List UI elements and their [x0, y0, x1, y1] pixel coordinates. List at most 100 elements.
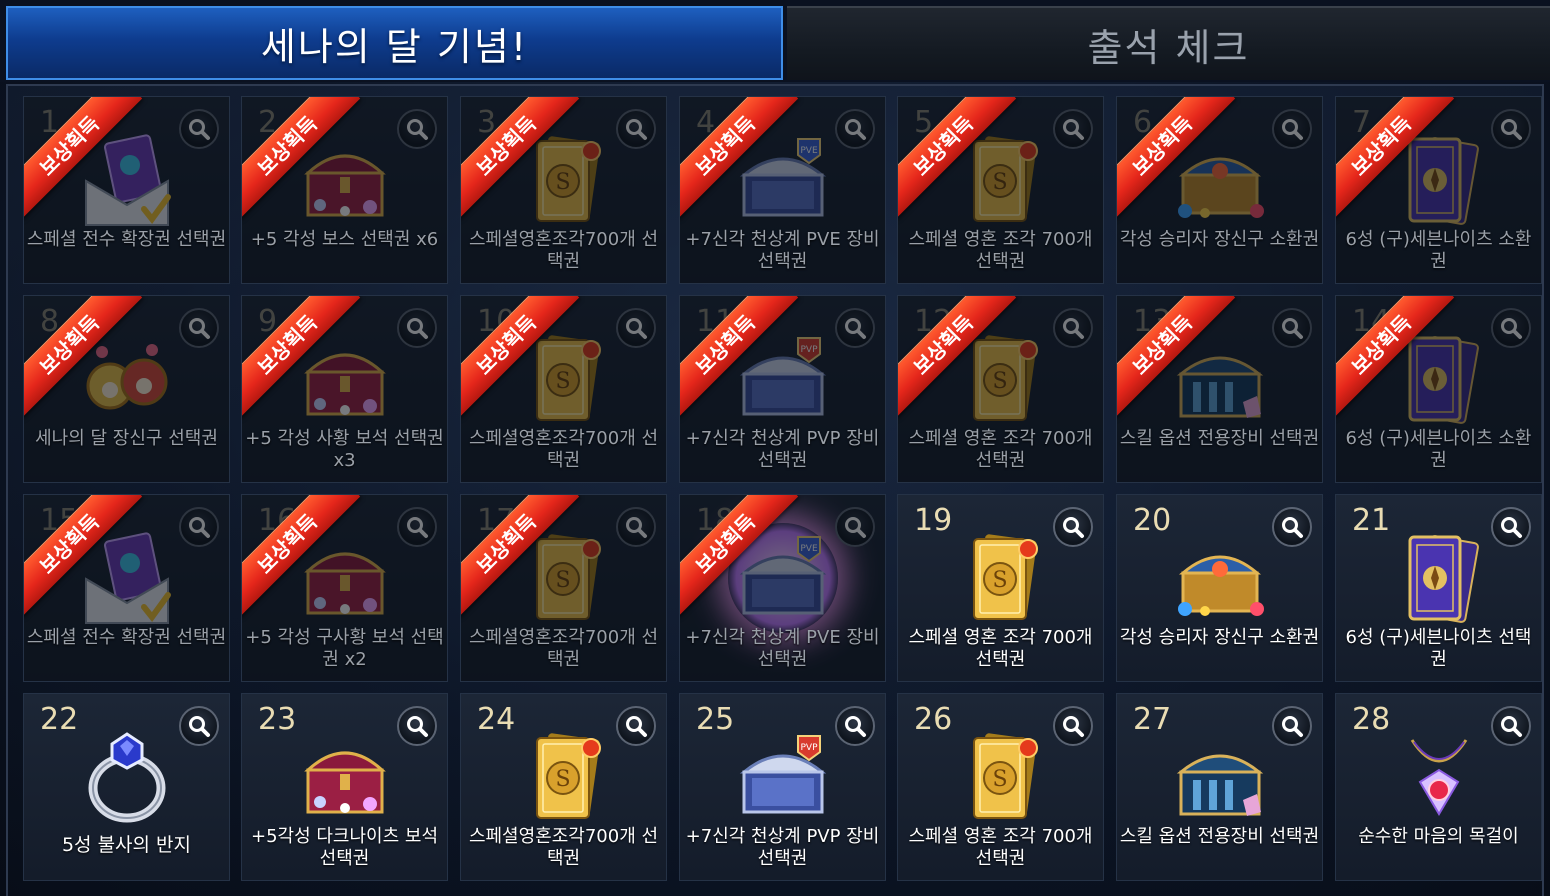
reward-cell-day-20[interactable]: 20 각성 승리자 장신구 소환권	[1116, 494, 1323, 682]
ring-icon	[72, 722, 182, 832]
reward-cell-day-5[interactable]: S5스페셜 영혼 조각 700개 선택권보상획득	[897, 96, 1104, 284]
reward-label: 스페셜 전수 확장권 선택권	[26, 627, 227, 648]
reward-label: 스킬 옵션 전용장비 선택권	[1119, 826, 1320, 847]
reward-label: 스페셜영혼조각700개 선택권	[468, 826, 659, 869]
reward-cell-day-7[interactable]: 76성 (구)세븐나이츠 소환권보상획득	[1335, 96, 1542, 284]
claimed-overlay	[24, 495, 229, 681]
reward-label: 5성 불사의 반지	[61, 834, 192, 856]
reward-cell-day-19[interactable]: S 19 스페셜 영혼 조각 700개 선택권	[897, 494, 1104, 682]
svg-text:S: S	[992, 568, 1007, 593]
magnifier-icon[interactable]	[1272, 706, 1312, 746]
reward-cell-day-10[interactable]: S10스페셜영혼조각700개 선택권보상획득	[460, 295, 667, 483]
necklace-icon	[1384, 722, 1494, 832]
claimed-overlay	[242, 97, 447, 283]
reward-cell-day-2[interactable]: 2+5 각성 보스 선택권 x6보상획득	[241, 96, 448, 284]
reward-label: 6성 (구)세븐나이츠 소환권	[1345, 229, 1532, 272]
magnifier-icon[interactable]	[616, 706, 656, 746]
magnifier-icon[interactable]	[1272, 507, 1312, 547]
reward-cell-day-25[interactable]: PVP 25 +7신각 천상계 PVP 장비 선택권	[679, 693, 886, 881]
pvp-chest-icon: PVP	[728, 722, 838, 832]
day-number: 23	[258, 702, 297, 737]
reward-cell-day-18[interactable]: PVE18+7신각 천상계 PVE 장비 선택권보상획득	[679, 494, 886, 682]
reward-label: 스페셜 영혼 조각 700개 선택권	[908, 428, 1093, 471]
reward-cell-day-24[interactable]: S 24 스페셜영혼조각700개 선택권	[460, 693, 667, 881]
day-number: 22	[40, 702, 79, 737]
claimed-overlay	[24, 97, 229, 283]
reward-cell-day-26[interactable]: S 26 스페셜 영혼 조각 700개 선택권	[897, 693, 1104, 881]
reward-cell-day-16[interactable]: 16+5 각성 구사황 보석 선택권 x2보상획득	[241, 494, 448, 682]
reward-label: +7신각 천상계 PVE 장비 선택권	[685, 627, 880, 670]
reward-label: 스페셜영혼조각700개 선택권	[468, 229, 659, 272]
reward-cell-day-28[interactable]: 28 순수한 마음의 목걸이	[1335, 693, 1542, 881]
reward-cell-day-1[interactable]: 1스페셜 전수 확장권 선택권보상획득	[23, 96, 230, 284]
reward-label: +7신각 천상계 PVP 장비 선택권	[685, 428, 880, 471]
reward-label: 스페셜영혼조각700개 선택권	[468, 627, 659, 670]
gold-card-icon: S	[946, 722, 1056, 832]
reward-label: +5각성 다크나이츠 보석 선택권	[250, 826, 439, 869]
reward-cell-day-21[interactable]: 21 6성 (구)세븐나이츠 선택권	[1335, 494, 1542, 682]
day-number: 21	[1352, 503, 1391, 538]
day-number: 25	[696, 702, 735, 737]
reward-label: 6성 (구)세븐나이츠 소환권	[1345, 428, 1532, 471]
reward-label: 스페셜 영혼 조각 700개 선택권	[908, 627, 1093, 670]
magnifier-icon[interactable]	[1053, 706, 1093, 746]
tab-sena-month[interactable]: 세나의 달 기념!	[6, 6, 783, 80]
purple-card-icon	[1384, 523, 1494, 633]
claimed-overlay	[1117, 97, 1322, 283]
reward-cell-day-22[interactable]: 22 5성 불사의 반지	[23, 693, 230, 881]
tab-attendance-check[interactable]: 출석 체크	[787, 6, 1550, 80]
day-number: 28	[1352, 702, 1391, 737]
svg-text:PVP: PVP	[800, 743, 818, 753]
attendance-screen: 세나의 달 기념! 출석 체크 1스페셜 전수 확장권 선택권보상획득2+5 각…	[0, 0, 1550, 896]
reward-label: 스페셜영혼조각700개 선택권	[468, 428, 659, 471]
reward-cell-day-13[interactable]: 13스킬 옵션 전용장비 선택권보상획득	[1116, 295, 1323, 483]
magnifier-icon[interactable]	[835, 706, 875, 746]
reward-cell-day-4[interactable]: PVE4+7신각 천상계 PVE 장비 선택권보상획득	[679, 96, 886, 284]
reward-label: 6성 (구)세븐나이츠 선택권	[1345, 627, 1532, 670]
reward-label: 스페셜 영혼 조각 700개 선택권	[908, 229, 1093, 272]
day-number: 24	[477, 702, 516, 737]
svg-text:S: S	[555, 767, 570, 792]
day-number: 27	[1133, 702, 1172, 737]
reward-label: +7신각 천상계 PVE 장비 선택권	[685, 229, 880, 272]
reward-cell-day-12[interactable]: S12스페셜 영혼 조각 700개 선택권보상획득	[897, 295, 1104, 483]
magnifier-icon[interactable]	[1491, 706, 1531, 746]
reward-label: +7신각 천상계 PVP 장비 선택권	[685, 826, 880, 869]
reward-cell-day-6[interactable]: 6각성 승리자 장신구 소환권보상획득	[1116, 96, 1323, 284]
svg-text:S: S	[992, 767, 1007, 792]
magnifier-icon[interactable]	[179, 706, 219, 746]
reward-label: 순수한 마음의 목걸이	[1358, 826, 1519, 847]
reward-cell-day-23[interactable]: 23 +5각성 다크나이츠 보석 선택권	[241, 693, 448, 881]
reward-cell-day-27[interactable]: 27 스킬 옵션 전용장비 선택권	[1116, 693, 1323, 881]
reward-label: +5 각성 보스 선택권 x6	[250, 229, 439, 250]
reward-cell-day-15[interactable]: 15스페셜 전수 확장권 선택권보상획득	[23, 494, 230, 682]
reward-label: 스페셜 영혼 조각 700개 선택권	[908, 826, 1093, 869]
day-number: 26	[914, 702, 953, 737]
reward-label: 스페셜 전수 확장권 선택권	[26, 229, 227, 250]
reward-label: +5 각성 사황 보석 선택권 x3	[245, 428, 444, 471]
day-number: 20	[1133, 503, 1172, 538]
reward-label: +5 각성 구사황 보석 선택권 x2	[245, 627, 444, 670]
claimed-overlay	[24, 296, 229, 482]
reward-cell-day-9[interactable]: 9+5 각성 사황 보석 선택권 x3보상획득	[241, 295, 448, 483]
blue-chest-icon	[1165, 722, 1275, 832]
reward-label: 스킬 옵션 전용장비 선택권	[1119, 428, 1320, 449]
reward-cell-day-17[interactable]: S17스페셜영혼조각700개 선택권보상획득	[460, 494, 667, 682]
tab-bar: 세나의 달 기념! 출석 체크	[0, 0, 1550, 82]
gold-card-icon: S	[509, 722, 619, 832]
gold-card-icon: S	[946, 523, 1056, 633]
reward-cell-day-14[interactable]: 146성 (구)세븐나이츠 소환권보상획득	[1335, 295, 1542, 483]
reward-label: 각성 승리자 장신구 소환권	[1119, 229, 1320, 250]
reward-cell-day-3[interactable]: S3스페셜영혼조각700개 선택권보상획득	[460, 96, 667, 284]
day-number: 19	[914, 503, 953, 538]
reward-label: 세나의 달 장신구 선택권	[35, 428, 218, 449]
reward-label: 각성 승리자 장신구 소환권	[1119, 627, 1320, 648]
reward-cell-day-11[interactable]: PVP11+7신각 천상계 PVP 장비 선택권보상획득	[679, 295, 886, 483]
magnifier-icon[interactable]	[1491, 507, 1531, 547]
gem-chest-icon	[1165, 523, 1275, 633]
red-treasure-chest-icon	[290, 722, 400, 832]
claimed-overlay	[1117, 296, 1322, 482]
magnifier-icon[interactable]	[397, 706, 437, 746]
reward-cell-day-8[interactable]: 8세나의 달 장신구 선택권보상획득	[23, 295, 230, 483]
magnifier-icon[interactable]	[1053, 507, 1093, 547]
